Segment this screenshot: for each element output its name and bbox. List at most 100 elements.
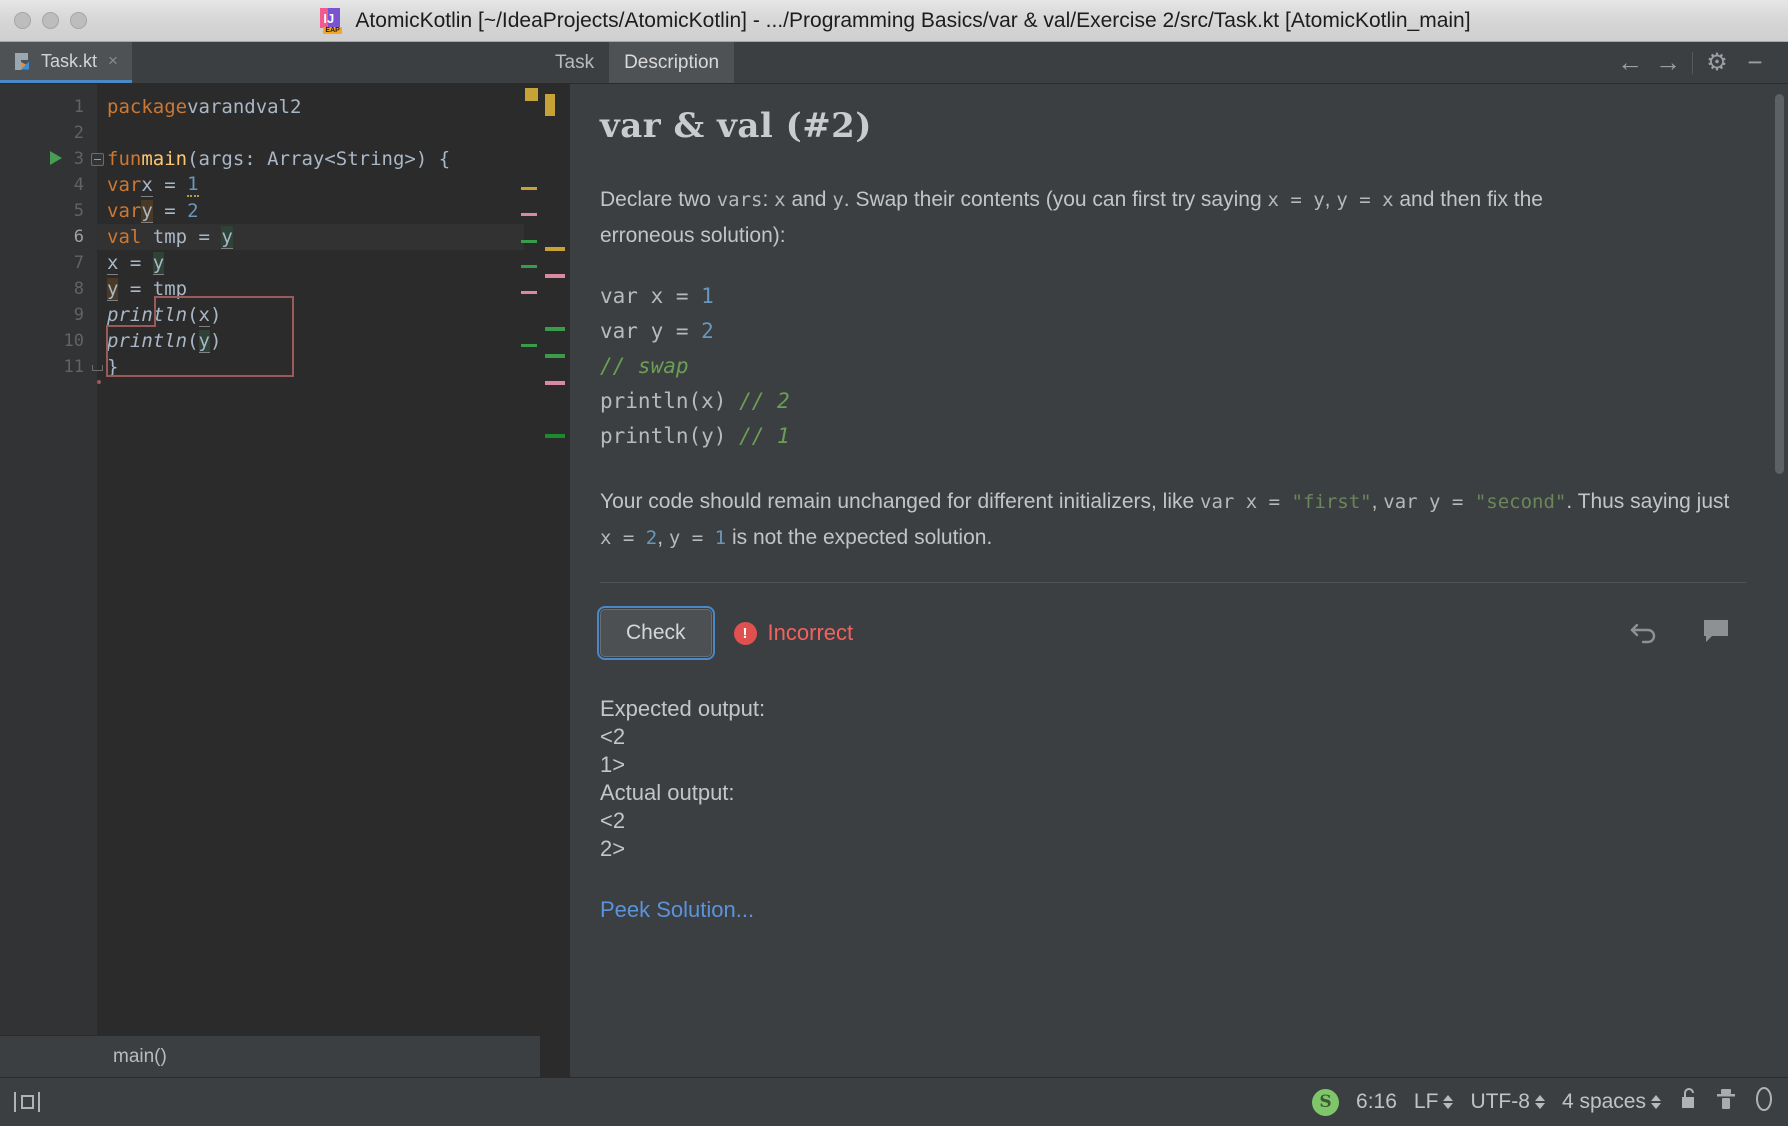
- peek-solution-link[interactable]: Peek Solution...: [600, 897, 1746, 923]
- run-gutter-icon[interactable]: [50, 151, 62, 165]
- back-arrow-icon[interactable]: ←: [1611, 42, 1649, 84]
- marker-error[interactable]: [521, 291, 537, 294]
- undo-arrow-icon[interactable]: [1630, 618, 1660, 649]
- cb2-num: 2: [701, 319, 714, 343]
- para2-code-varx: var x =: [1200, 491, 1292, 513]
- cb3-comment: // swap: [600, 354, 689, 378]
- para1-code-x: x: [774, 189, 786, 211]
- chevron-updown-icon: [1534, 1095, 1545, 1109]
- gutter-mark-info: [545, 354, 565, 358]
- caret-position[interactable]: 6:16: [1356, 1090, 1397, 1114]
- output-line: <2: [600, 808, 626, 833]
- workspace: Task.kt × 1 2 3 4 5 6 7 8 9 10 11 packag…: [0, 42, 1788, 1077]
- code-block-line-1: var x = 1: [600, 279, 1746, 314]
- marker-warning[interactable]: [521, 187, 537, 190]
- para2-num-2: 2: [645, 527, 658, 549]
- error-box-connector: [106, 325, 156, 327]
- para1-code-vars: vars: [716, 189, 763, 211]
- forward-arrow-icon[interactable]: →: [1649, 42, 1687, 84]
- tool-window-toggle-icon[interactable]: [14, 1092, 40, 1112]
- close-button[interactable]: [14, 12, 31, 29]
- close-icon[interactable]: ×: [108, 51, 118, 71]
- error-exclamation-icon: !: [733, 621, 757, 645]
- gutter-mark-error: [545, 381, 565, 385]
- section-divider: [600, 582, 1746, 583]
- output-line: 2>: [600, 836, 626, 861]
- chevron-updown-icon: [1651, 1095, 1661, 1109]
- marker-info[interactable]: [521, 344, 537, 347]
- tab-task[interactable]: Task: [540, 42, 609, 83]
- unlocked-padlock-icon[interactable]: [1678, 1087, 1698, 1117]
- marker-warning-top[interactable]: [525, 88, 538, 101]
- code-block-line-5: println(y) // 1: [600, 419, 1746, 454]
- code-block-line-4: println(x) // 2: [600, 384, 1746, 419]
- encoding-selector[interactable]: UTF-8: [1470, 1090, 1545, 1114]
- indent-selector[interactable]: 4 spaces: [1562, 1090, 1661, 1114]
- line-number: 10: [63, 331, 84, 351]
- zoom-button[interactable]: [70, 12, 87, 29]
- para2-code-vary: var y =: [1383, 491, 1475, 513]
- para2-text-4: ,: [657, 526, 669, 549]
- task-paragraph-2: Your code should remain unchanged for di…: [600, 484, 1746, 556]
- code-text-area[interactable]: package varandval2 fun main (args: Array<…: [97, 84, 540, 1035]
- editor-gutter[interactable]: 1 2 3 4 5 6 7 8 9 10 11: [0, 84, 104, 1035]
- task-panel-scrollbar[interactable]: [1775, 94, 1784, 474]
- para2-text-2: ,: [1371, 490, 1384, 513]
- gear-icon[interactable]: ⚙: [1698, 42, 1736, 84]
- code-line-1: package varandval2: [107, 96, 302, 118]
- encoding-label: UTF-8: [1470, 1090, 1530, 1113]
- line-number: 4: [73, 175, 84, 195]
- line-number: 1: [73, 97, 84, 117]
- minimize-button[interactable]: [42, 12, 59, 29]
- line-separator-selector[interactable]: LF: [1414, 1090, 1454, 1114]
- cb5-comment: // 1: [739, 424, 790, 448]
- editor-tab-task-kt[interactable]: Task.kt ×: [0, 42, 132, 83]
- para2-text-1: Your code should remain unchanged for di…: [600, 490, 1201, 513]
- line-number-current: 6: [73, 227, 84, 247]
- editor-body[interactable]: 1 2 3 4 5 6 7 8 9 10 11 package varandva…: [0, 84, 540, 1035]
- window-title: AtomicKotlin [~/IdeaProjects/AtomicKotli…: [355, 8, 1471, 32]
- cb1-num: 1: [701, 284, 714, 308]
- para1-text-2: :: [762, 188, 775, 211]
- comment-bubble-icon[interactable]: [1702, 618, 1730, 649]
- marker-info[interactable]: [521, 265, 537, 268]
- para2-string-second: "second": [1474, 491, 1567, 513]
- output-line: 1>: [600, 752, 626, 777]
- chevron-updown-icon: [1443, 1095, 1454, 1109]
- check-button[interactable]: Check: [597, 606, 715, 660]
- output-line: <2: [600, 724, 626, 749]
- marker-info[interactable]: [521, 240, 537, 243]
- output-line: Actual output:: [600, 780, 735, 805]
- code-block-line-2: var y = 2: [600, 314, 1746, 349]
- inspection-detective-icon[interactable]: [1715, 1087, 1737, 1117]
- code-line-7: x = y: [107, 251, 165, 275]
- cb4-code: println(x): [600, 389, 740, 413]
- status-bar: S 6:16 LF UTF-8 4 spaces: [0, 1077, 1788, 1126]
- line-number: 2: [73, 123, 84, 143]
- minimize-icon[interactable]: −: [1736, 42, 1774, 84]
- para2-string-first: "first": [1291, 491, 1372, 513]
- task-panel-header: Task Description ← → ⚙ −: [540, 42, 1788, 84]
- check-actions: [1630, 618, 1746, 649]
- kotlin-status-icon[interactable]: S: [1312, 1088, 1340, 1116]
- code-line-4: var x = 1: [107, 173, 199, 197]
- gutter-mark-info: [545, 434, 565, 438]
- tab-description[interactable]: Description: [609, 42, 735, 83]
- breadcrumb[interactable]: main(): [0, 1035, 540, 1077]
- error-marker-strip[interactable]: [521, 84, 540, 1035]
- line-number: 9: [73, 305, 84, 325]
- gutter-mark-warning: [545, 94, 555, 116]
- para1-text-3: and: [785, 188, 833, 211]
- task-description-scroll[interactable]: var & val (#2) Declare two vars: x and y…: [570, 84, 1788, 1077]
- memory-indicator-icon[interactable]: [1754, 1086, 1774, 1118]
- editor-pane: Task.kt × 1 2 3 4 5 6 7 8 9 10 11 packag…: [0, 42, 540, 1077]
- code-block-line-3: // swap: [600, 349, 1746, 384]
- status-text: Incorrect: [767, 620, 854, 645]
- cb5-code: println(y): [600, 424, 740, 448]
- gutter-mark-error: [545, 274, 565, 278]
- traffic-lights[interactable]: [14, 12, 87, 29]
- marker-error[interactable]: [521, 213, 537, 216]
- status-badge: ! Incorrect: [733, 620, 854, 646]
- indent-label: 4 spaces: [1561, 1090, 1646, 1113]
